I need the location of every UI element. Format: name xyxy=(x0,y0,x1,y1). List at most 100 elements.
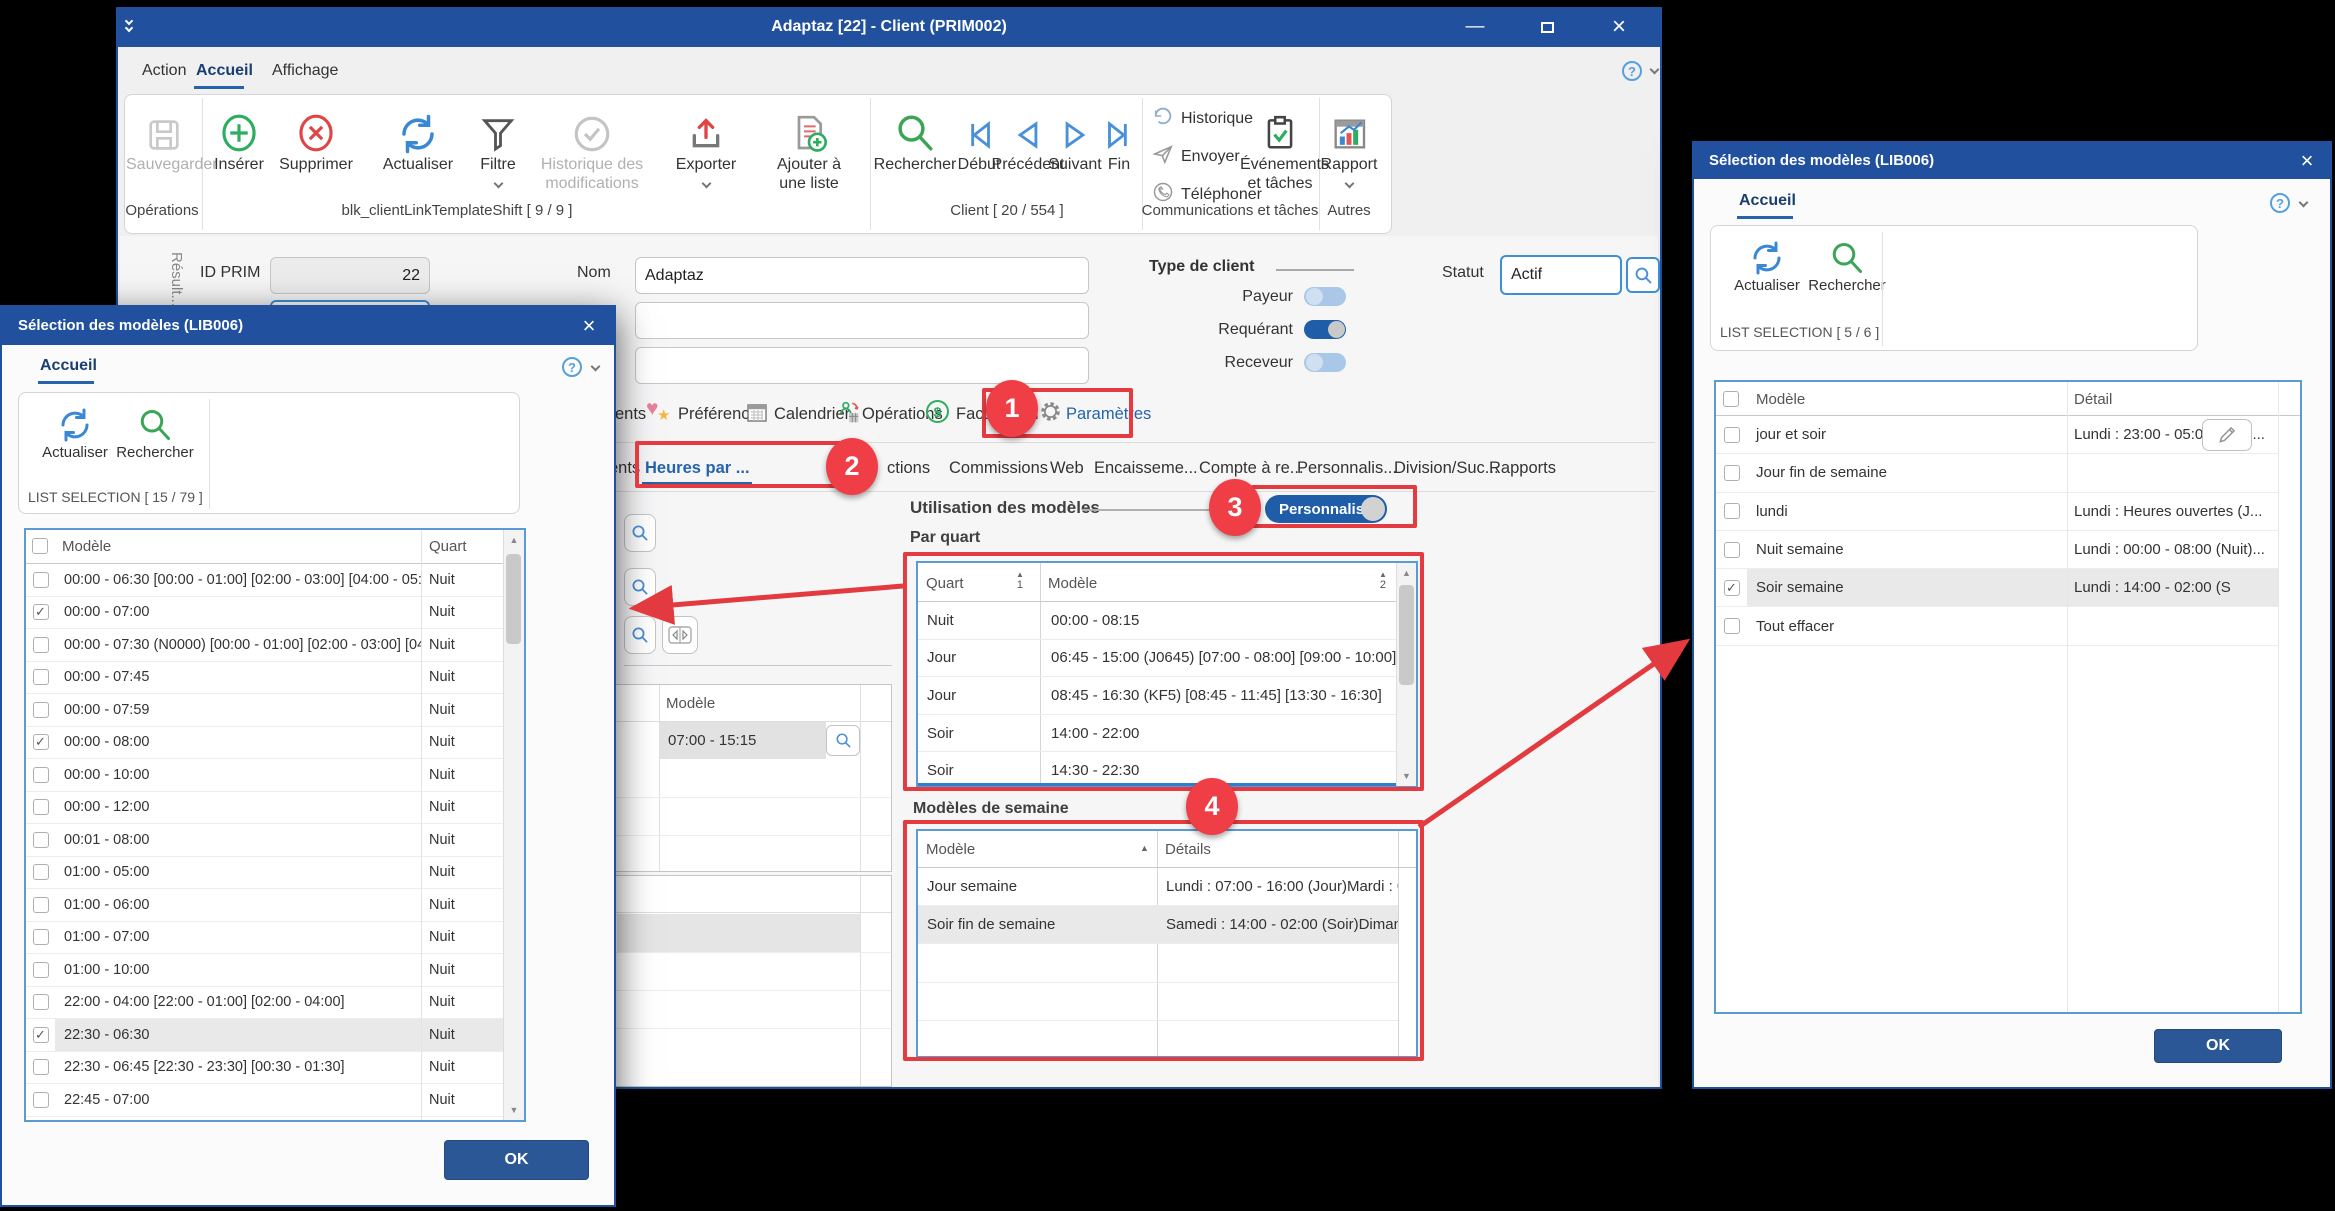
list-item[interactable]: 00:00 - 12:00 Nuit xyxy=(26,792,503,825)
checkbox[interactable] xyxy=(1724,503,1740,519)
maximize-button[interactable] xyxy=(1526,13,1568,41)
chevron-down-icon[interactable] xyxy=(493,179,503,189)
subtab-commissions[interactable]: Commissions xyxy=(949,459,1048,478)
list-item[interactable]: 00:00 - 07:45 Nuit xyxy=(26,662,503,695)
mini-row-search-button[interactable] xyxy=(826,725,860,756)
lookup-button-1[interactable] xyxy=(624,514,656,552)
list-item[interactable]: Soir semaine Lundi : 14:00 - 02:00 (S xyxy=(1716,569,2278,607)
statut-search-button[interactable] xyxy=(1626,257,1660,293)
refresh-button[interactable]: Actualiser xyxy=(372,99,464,174)
delete-button[interactable]: Supprimer xyxy=(270,99,362,174)
left-dialog-titlebar[interactable]: Sélection des modèles (LIB006) × xyxy=(2,307,614,345)
checkbox[interactable] xyxy=(33,864,49,880)
checkbox[interactable] xyxy=(33,962,49,978)
checkbox[interactable] xyxy=(33,604,49,620)
close-icon[interactable]: × xyxy=(1598,13,1640,41)
close-icon[interactable]: × xyxy=(574,312,604,340)
scroll-up-icon[interactable] xyxy=(504,535,524,545)
ok-button[interactable]: OK xyxy=(444,1140,589,1180)
send-button[interactable]: Envoyer xyxy=(1152,143,1240,170)
scrollbar[interactable] xyxy=(503,530,524,1120)
checkbox[interactable] xyxy=(1724,465,1740,481)
refresh-button[interactable]: Actualiser xyxy=(33,399,117,462)
refresh-button[interactable]: Actualiser xyxy=(1725,232,1809,295)
side-tab-resultats[interactable]: Résult... xyxy=(168,252,185,307)
list-item[interactable]: 22:00 - 04:00 [22:00 - 01:00] [02:00 - 0… xyxy=(26,987,503,1020)
report-button[interactable]: Rapport xyxy=(1314,99,1384,192)
col-header-modele[interactable]: Modèle xyxy=(62,538,111,555)
checkbox[interactable] xyxy=(33,702,49,718)
id-prim-field[interactable]: 22 xyxy=(270,257,430,294)
list-item[interactable]: 00:00 - 08:00 Nuit xyxy=(26,727,503,760)
subtab-encaissement[interactable]: Encaisseme... xyxy=(1094,459,1198,478)
add-to-list-button[interactable]: Ajouter à une liste xyxy=(766,99,852,193)
checkbox[interactable] xyxy=(33,799,49,815)
scroll-thumb[interactable] xyxy=(506,554,521,644)
history-button[interactable]: Historique xyxy=(1152,105,1253,132)
subtab-rapports[interactable]: Rapports xyxy=(1489,459,1556,478)
events-tasks-button[interactable]: Événements et tâches xyxy=(1240,99,1320,193)
checkbox[interactable] xyxy=(33,994,49,1010)
dialog-tab-accueil[interactable]: Accueil xyxy=(40,357,97,375)
col-header-modele[interactable]: Modèle xyxy=(1756,391,1805,408)
minimize-button[interactable]: — xyxy=(1454,13,1496,41)
subtab-clipped-ctions[interactable]: ctions xyxy=(887,459,930,478)
checkbox[interactable] xyxy=(1724,580,1740,596)
list-item[interactable]: jour et soir Lundi : 23:00 - 05:00 (Nuit… xyxy=(1716,416,2278,454)
help-icon[interactable] xyxy=(2270,193,2290,213)
col-header-detail[interactable]: Détail xyxy=(2074,391,2112,408)
toggle-switch[interactable] xyxy=(1304,353,1346,372)
chevron-down-icon[interactable] xyxy=(2299,198,2309,208)
field-3[interactable] xyxy=(635,347,1089,384)
filter-button[interactable]: Filtre xyxy=(463,99,533,192)
tab-action[interactable]: Action xyxy=(142,62,186,80)
list-item[interactable]: lundi Lundi : Heures ouvertes (J... xyxy=(1716,493,2278,531)
help-icon[interactable] xyxy=(562,357,582,377)
lookup-button-2[interactable] xyxy=(624,568,656,606)
list-item[interactable]: 00:00 - 07:00 Nuit xyxy=(26,597,503,630)
help-icon[interactable] xyxy=(1622,61,1642,81)
checkbox[interactable] xyxy=(1724,542,1740,558)
checkbox[interactable] xyxy=(1724,618,1740,634)
list-item[interactable]: Tout effacer xyxy=(1716,607,2278,645)
checkbox[interactable] xyxy=(33,1027,49,1043)
mini-row-selected[interactable]: 07:00 - 15:15 xyxy=(660,722,826,759)
last-button[interactable]: Fin xyxy=(1094,99,1144,174)
list-item[interactable]: Nuit semaine Lundi : 00:00 - 08:00 (Nuit… xyxy=(1716,531,2278,569)
search-button[interactable]: Rechercher xyxy=(868,99,962,174)
right-dialog-titlebar[interactable]: Sélection des modèles (LIB006) × xyxy=(1694,143,2330,179)
select-all-checkbox[interactable] xyxy=(1723,391,1739,407)
list-item[interactable]: 00:00 - 10:00 Nuit xyxy=(26,759,503,792)
checkbox[interactable] xyxy=(33,637,49,653)
subtab-division[interactable]: Division/Suc... xyxy=(1394,459,1499,478)
export-button[interactable]: Exporter xyxy=(669,99,743,192)
list-item[interactable]: 00:01 - 08:00 Nuit xyxy=(26,824,503,857)
checkbox[interactable] xyxy=(1724,427,1740,443)
list-item[interactable]: 01:00 - 05:00 Nuit xyxy=(26,857,503,890)
list-item[interactable]: 00:00 - 07:59 Nuit xyxy=(26,694,503,727)
search-button[interactable]: Rechercher xyxy=(109,399,201,462)
checkbox[interactable] xyxy=(33,1059,49,1075)
insert-button[interactable]: Insérer xyxy=(199,99,279,174)
mini2-row-selected[interactable] xyxy=(617,914,860,952)
list-item[interactable]: 22:30 - 06:45 [22:30 - 23:30] [00:30 - 0… xyxy=(26,1052,503,1085)
tab-accueil[interactable]: Accueil xyxy=(196,62,253,80)
search-button[interactable]: Rechercher xyxy=(1801,232,1893,295)
checkbox[interactable] xyxy=(33,767,49,783)
list-item[interactable]: 22:30 - 06:30 Nuit xyxy=(26,1019,503,1052)
col-header-quart[interactable]: Quart xyxy=(429,538,467,555)
checkbox[interactable] xyxy=(33,734,49,750)
chevron-down-icon[interactable] xyxy=(1650,65,1660,75)
chevron-down-icon[interactable] xyxy=(701,179,711,189)
subtab-personnalisation[interactable]: Personnalis... xyxy=(1297,459,1397,478)
chevron-down-icon[interactable] xyxy=(1344,179,1354,189)
select-all-checkbox[interactable] xyxy=(32,538,48,554)
list-item[interactable]: 01:00 - 06:00 Nuit xyxy=(26,889,503,922)
checkbox[interactable] xyxy=(33,1092,49,1108)
list-item[interactable]: 00:00 - 06:30 [00:00 - 01:00] [02:00 - 0… xyxy=(26,564,503,597)
scroll-down-icon[interactable] xyxy=(504,1105,524,1115)
toggle-switch[interactable] xyxy=(1304,287,1346,306)
list-item[interactable]: 01:00 - 10:00 Nuit xyxy=(26,954,503,987)
lookup-button-3[interactable] xyxy=(624,616,656,654)
dialog-tab-accueil[interactable]: Accueil xyxy=(1739,192,1796,210)
